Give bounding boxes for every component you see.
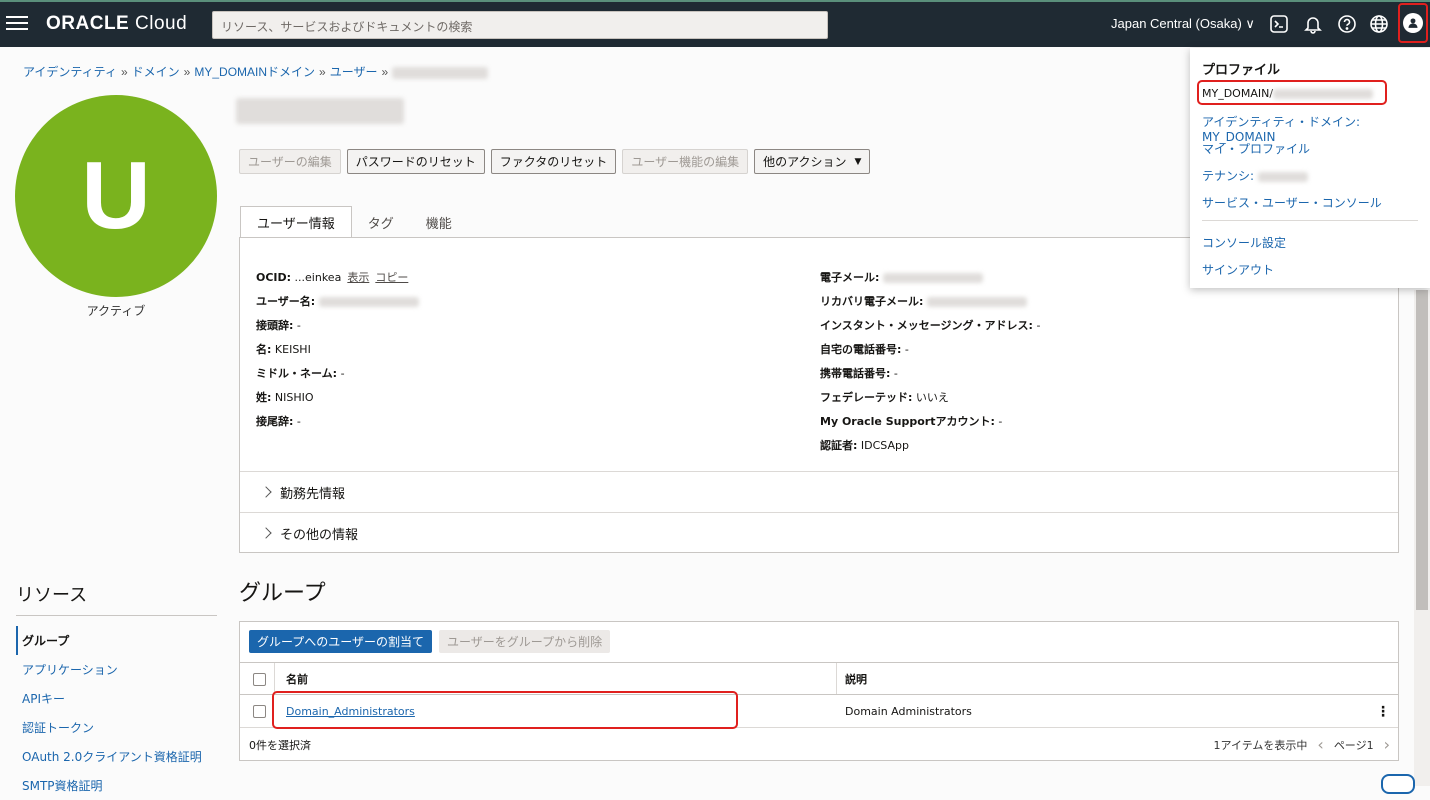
search-input[interactable]: リソース、サービスおよびドキュメントの検索: [212, 11, 828, 39]
breadcrumb-users[interactable]: ユーザー: [330, 65, 378, 79]
chevron-right-icon: [260, 527, 272, 539]
row-actions-kebab-icon[interactable]: ⋮: [1376, 704, 1390, 720]
hamburger-menu-icon[interactable]: [6, 16, 28, 32]
other-info-expander[interactable]: その他の情報: [240, 512, 1398, 553]
resources-title: リソース: [16, 585, 88, 606]
user-info-right-column: 電子メール: リカバリ電子メール: インスタント・メッセージング・アドレス: -…: [820, 271, 1041, 452]
user-profile-icon: [1403, 13, 1423, 33]
resource-item-api-keys[interactable]: APIキー: [16, 684, 202, 713]
scrollbar-thumb[interactable]: [1416, 290, 1428, 610]
profile-menu-divider: [1202, 220, 1418, 221]
reset-password-button[interactable]: パスワードのリセット: [346, 149, 485, 174]
groups-toolbar: グループへのユーザーの割当て ユーザーをグループから削除: [249, 630, 611, 653]
resource-item-auth-tokens[interactable]: 認証トークン: [16, 713, 202, 742]
profile-button[interactable]: [1398, 3, 1428, 43]
selected-count: 0件を選択済: [249, 738, 311, 752]
resource-item-applications[interactable]: アプリケーション: [16, 655, 202, 684]
help-icon[interactable]: [1336, 13, 1358, 35]
highlight-annotation-group-link: [272, 691, 738, 729]
tab-tags[interactable]: タグ: [352, 206, 410, 238]
page-title-redacted: [236, 98, 404, 124]
next-page-icon[interactable]: ›: [1384, 735, 1390, 754]
row-checkbox[interactable]: [253, 705, 266, 718]
user-status: アクティブ: [86, 304, 146, 318]
breadcrumb-identity[interactable]: アイデンティティ: [23, 65, 117, 79]
email-redacted: [882, 273, 983, 283]
reset-factors-button[interactable]: ファクタのリセット: [490, 149, 617, 174]
prev-page-icon[interactable]: ‹: [1317, 735, 1323, 754]
tab-user-info[interactable]: ユーザー情報: [240, 206, 352, 238]
column-divider: [274, 663, 275, 694]
resources-list: グループ アプリケーション APIキー 認証トークン OAuth 2.0クライア…: [16, 626, 202, 800]
page-label: ページ1: [1333, 738, 1374, 752]
help-chat-icon[interactable]: [1381, 774, 1415, 794]
resource-item-oauth-credentials[interactable]: OAuth 2.0クライアント資格証明: [16, 742, 202, 771]
work-info-expander[interactable]: 勤務先情報: [240, 471, 1398, 512]
page-scrollbar[interactable]: [1414, 290, 1430, 786]
detail-tabs: ユーザー情報 タグ 機能: [240, 206, 468, 238]
groups-title: グループ: [239, 581, 326, 606]
breadcrumb: アイデンティティ» ドメイン» MY_DOMAINドメイン» ユーザー»: [23, 63, 489, 80]
recovery-email-redacted: [926, 297, 1027, 307]
remove-user-from-group-button[interactable]: ユーザーをグループから削除: [439, 630, 611, 653]
top-navigation-bar: ORACLE Cloud リソース、サービスおよびドキュメントの検索 Japan…: [0, 0, 1430, 47]
resources-divider: [16, 615, 217, 616]
oracle-cloud-logo[interactable]: ORACLE Cloud: [46, 13, 187, 35]
action-toolbar: ユーザーの編集 パスワードのリセット ファクタのリセット ユーザー機能の編集 他…: [239, 149, 871, 174]
chevron-right-icon: [260, 486, 272, 498]
profile-menu-service-user-console[interactable]: サービス・ユーザー・コンソール: [1202, 194, 1382, 211]
breadcrumb-current-user-redacted: [392, 66, 489, 79]
profile-menu-my-profile[interactable]: マイ・プロファイル: [1202, 140, 1310, 157]
caret-down-icon: ▼: [854, 156, 862, 167]
resource-item-groups[interactable]: グループ: [16, 626, 202, 655]
ocid-copy-link[interactable]: コピー: [375, 271, 408, 284]
region-selector[interactable]: Japan Central (Osaka) ∨: [1111, 16, 1255, 32]
assign-user-to-group-button[interactable]: グループへのユーザーの割当て: [249, 630, 433, 653]
select-all-checkbox[interactable]: [253, 673, 266, 686]
edit-user-button[interactable]: ユーザーの編集: [239, 149, 341, 174]
column-header-name[interactable]: 名前: [286, 663, 308, 694]
table-footer: 0件を選択済 1アイテムを表示中 ‹ ページ1 ›: [240, 728, 1398, 761]
tenancy-redacted: [1257, 171, 1308, 182]
highlight-annotation-domain-user: [1197, 80, 1387, 105]
language-globe-icon[interactable]: [1368, 13, 1390, 35]
user-avatar: U: [15, 95, 217, 297]
profile-menu-heading: プロファイル: [1202, 63, 1281, 78]
edit-user-capabilities-button[interactable]: ユーザー機能の編集: [622, 149, 749, 174]
breadcrumb-domains[interactable]: ドメイン: [132, 65, 180, 79]
ocid-show-link[interactable]: 表示: [347, 271, 369, 284]
items-shown-label: 1アイテムを表示中: [1213, 738, 1308, 752]
pagination: 1アイテムを表示中 ‹ ページ1 ›: [1214, 728, 1391, 761]
profile-menu-sign-out[interactable]: サインアウト: [1202, 261, 1274, 278]
column-header-description[interactable]: 説明: [845, 663, 867, 694]
breadcrumb-my-domain[interactable]: MY_DOMAINドメイン: [194, 65, 315, 79]
cloud-shell-icon[interactable]: [1268, 13, 1290, 35]
notification-bell-icon[interactable]: [1302, 13, 1324, 35]
profile-dropdown-menu: プロファイル MY_DOMAIN/ アイデンティティ・ドメイン: MY_DOMA…: [1190, 48, 1430, 288]
profile-menu-console-settings[interactable]: コンソール設定: [1202, 234, 1286, 251]
profile-menu-tenancy[interactable]: テナンシ:: [1202, 167, 1308, 184]
username-redacted: [318, 297, 419, 307]
tab-capabilities[interactable]: 機能: [410, 206, 468, 238]
group-description-cell: Domain Administrators: [845, 704, 972, 718]
more-actions-button[interactable]: 他のアクション ▼: [754, 149, 871, 174]
user-info-left-column: OCID: ...einkea 表示 コピー ユーザー名: 接頭辞: - 名: KE…: [256, 266, 419, 434]
column-divider: [836, 663, 837, 694]
